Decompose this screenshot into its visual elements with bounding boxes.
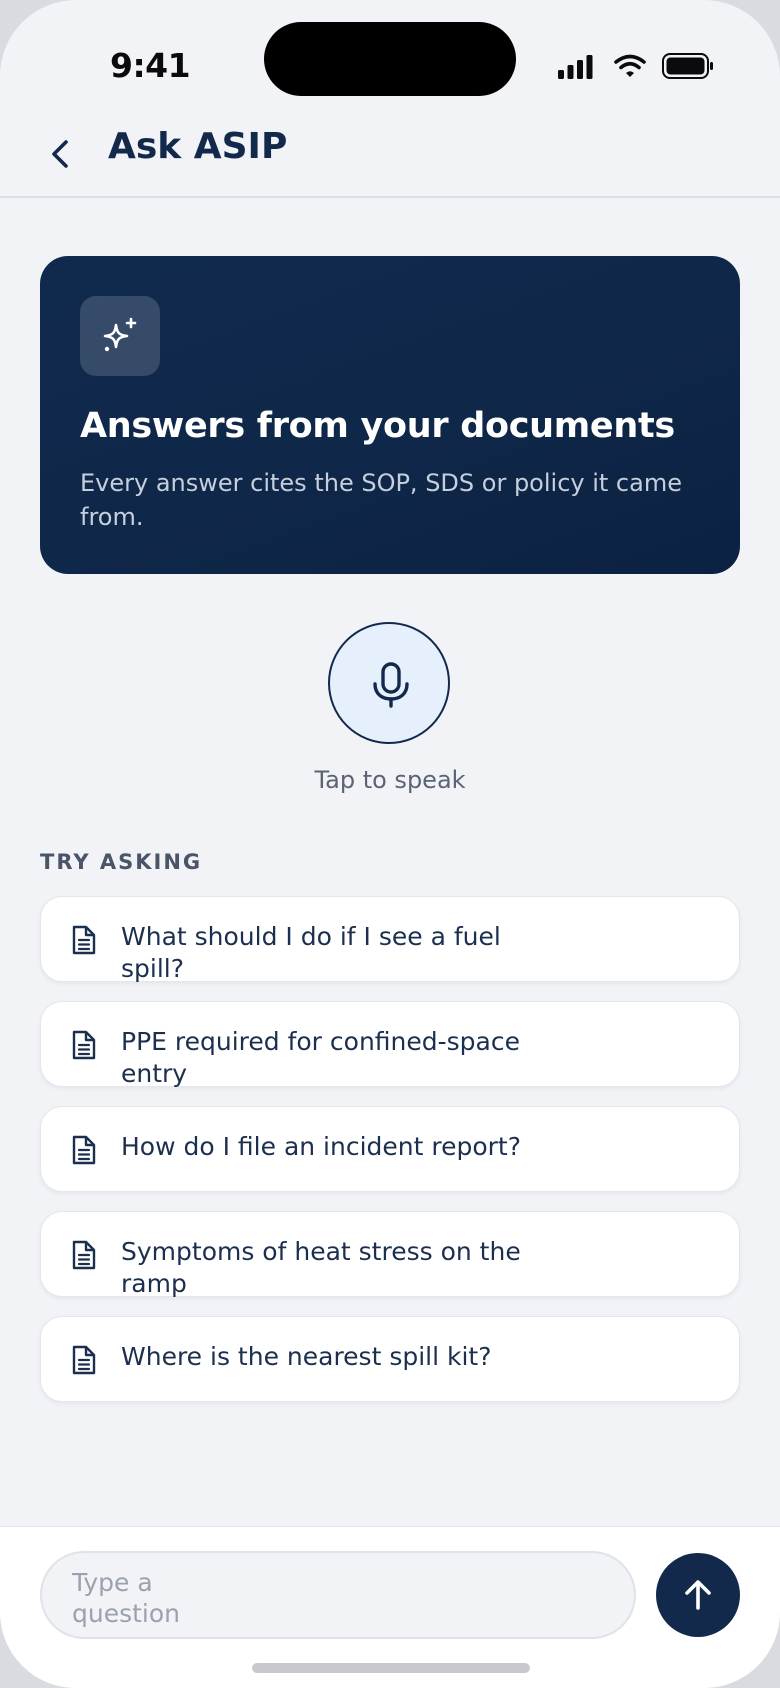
send-button[interactable] [656,1553,740,1637]
suggestion-item[interactable]: PPE required for confined-space entry [40,1001,740,1088]
suggestion-label: What should I do if I see a fuel spill? [121,922,501,983]
composer-bar [0,1526,780,1688]
microphone-icon [373,662,409,708]
suggestion-label: PPE required for confined-space entry [121,1027,520,1088]
suggestion-label: How do I file an incident report? [121,1132,521,1161]
chevron-left-icon [52,140,68,168]
hero-title: Answers from your documents [80,406,675,446]
suggestion-item[interactable]: How do I file an incident report? [40,1106,740,1192]
home-indicator [252,1663,530,1673]
document-icon [72,1240,96,1270]
suggestion-item[interactable]: Where is the nearest spill kit? [40,1316,740,1402]
status-icons [558,52,714,82]
phone-screen: 9:41 Ask ASIP Answers from your document… [0,0,780,1688]
question-input-wrapper [40,1551,636,1639]
arrow-up-icon [685,1580,711,1610]
document-icon [72,1030,96,1060]
back-button[interactable] [40,132,84,176]
suggestions-heading: TRY ASKING [40,850,203,874]
hero-icon-tile [80,296,160,376]
document-icon [72,1135,96,1165]
suggestion-label: Where is the nearest spill kit? [121,1342,492,1371]
navigation-bar: Ask ASIP [0,110,780,198]
status-time: 9:41 [110,46,191,85]
microphone-label: Tap to speak [314,766,466,794]
status-bar: 9:41 [0,0,780,110]
battery-icon [662,53,713,79]
hero-card: Answers from your documents Every answer… [40,256,740,574]
microphone-button[interactable] [328,622,450,744]
cellular-signal-icon [558,55,593,79]
document-icon [72,1345,96,1375]
suggestion-label: Symptoms of heat stress on the ramp [121,1237,521,1298]
page-title: Ask ASIP [108,126,288,167]
suggestion-item[interactable]: What should I do if I see a fuel spill? [40,896,740,983]
wifi-icon [614,54,646,77]
sparkles-icon [103,317,137,352]
suggestion-item[interactable]: Symptoms of heat stress on the ramp [40,1211,740,1298]
document-icon [72,925,96,955]
hero-subtitle: Every answer cites the SOP, SDS or polic… [80,469,682,531]
question-input[interactable] [72,1567,252,1629]
dynamic-island [264,22,516,96]
suggestion-list: What should I do if I see a fuel spill? … [40,896,742,1421]
